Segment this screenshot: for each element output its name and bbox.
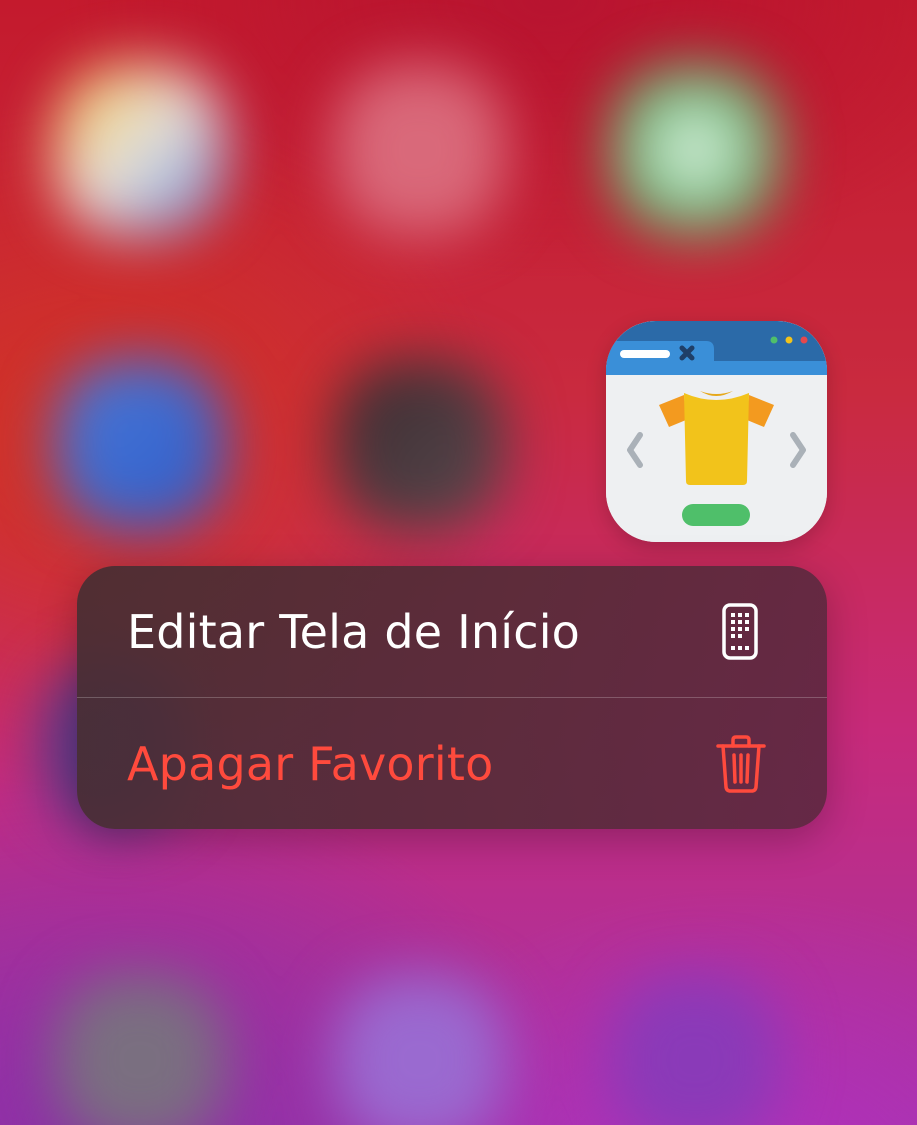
blurred-app-icon: [55, 360, 225, 530]
blurred-app-icon: [55, 975, 225, 1125]
edit-home-screen-label: Editar Tela de Início: [127, 605, 581, 659]
delete-bookmark-button[interactable]: Apagar Favorito: [77, 698, 827, 829]
tshirt-shop-icon[interactable]: [606, 321, 827, 542]
delete-bookmark-label: Apagar Favorito: [127, 737, 494, 791]
blurred-app-icon: [335, 360, 505, 530]
blurred-app-icon: [610, 65, 780, 235]
phone-apps-icon: [713, 602, 769, 662]
context-menu: Editar Tela de Início Apagar Favorito: [77, 566, 827, 829]
edit-home-screen-button[interactable]: Editar Tela de Início: [77, 566, 827, 697]
blurred-app-icon: [610, 975, 780, 1125]
blurred-home-screen-background: [0, 0, 917, 1125]
tshirt-shop-icon-graphic: [606, 321, 827, 542]
trash-icon: [713, 734, 769, 794]
blurred-app-icon: [335, 65, 505, 235]
blurred-app-icon: [55, 65, 225, 235]
blurred-app-icon: [335, 975, 505, 1125]
